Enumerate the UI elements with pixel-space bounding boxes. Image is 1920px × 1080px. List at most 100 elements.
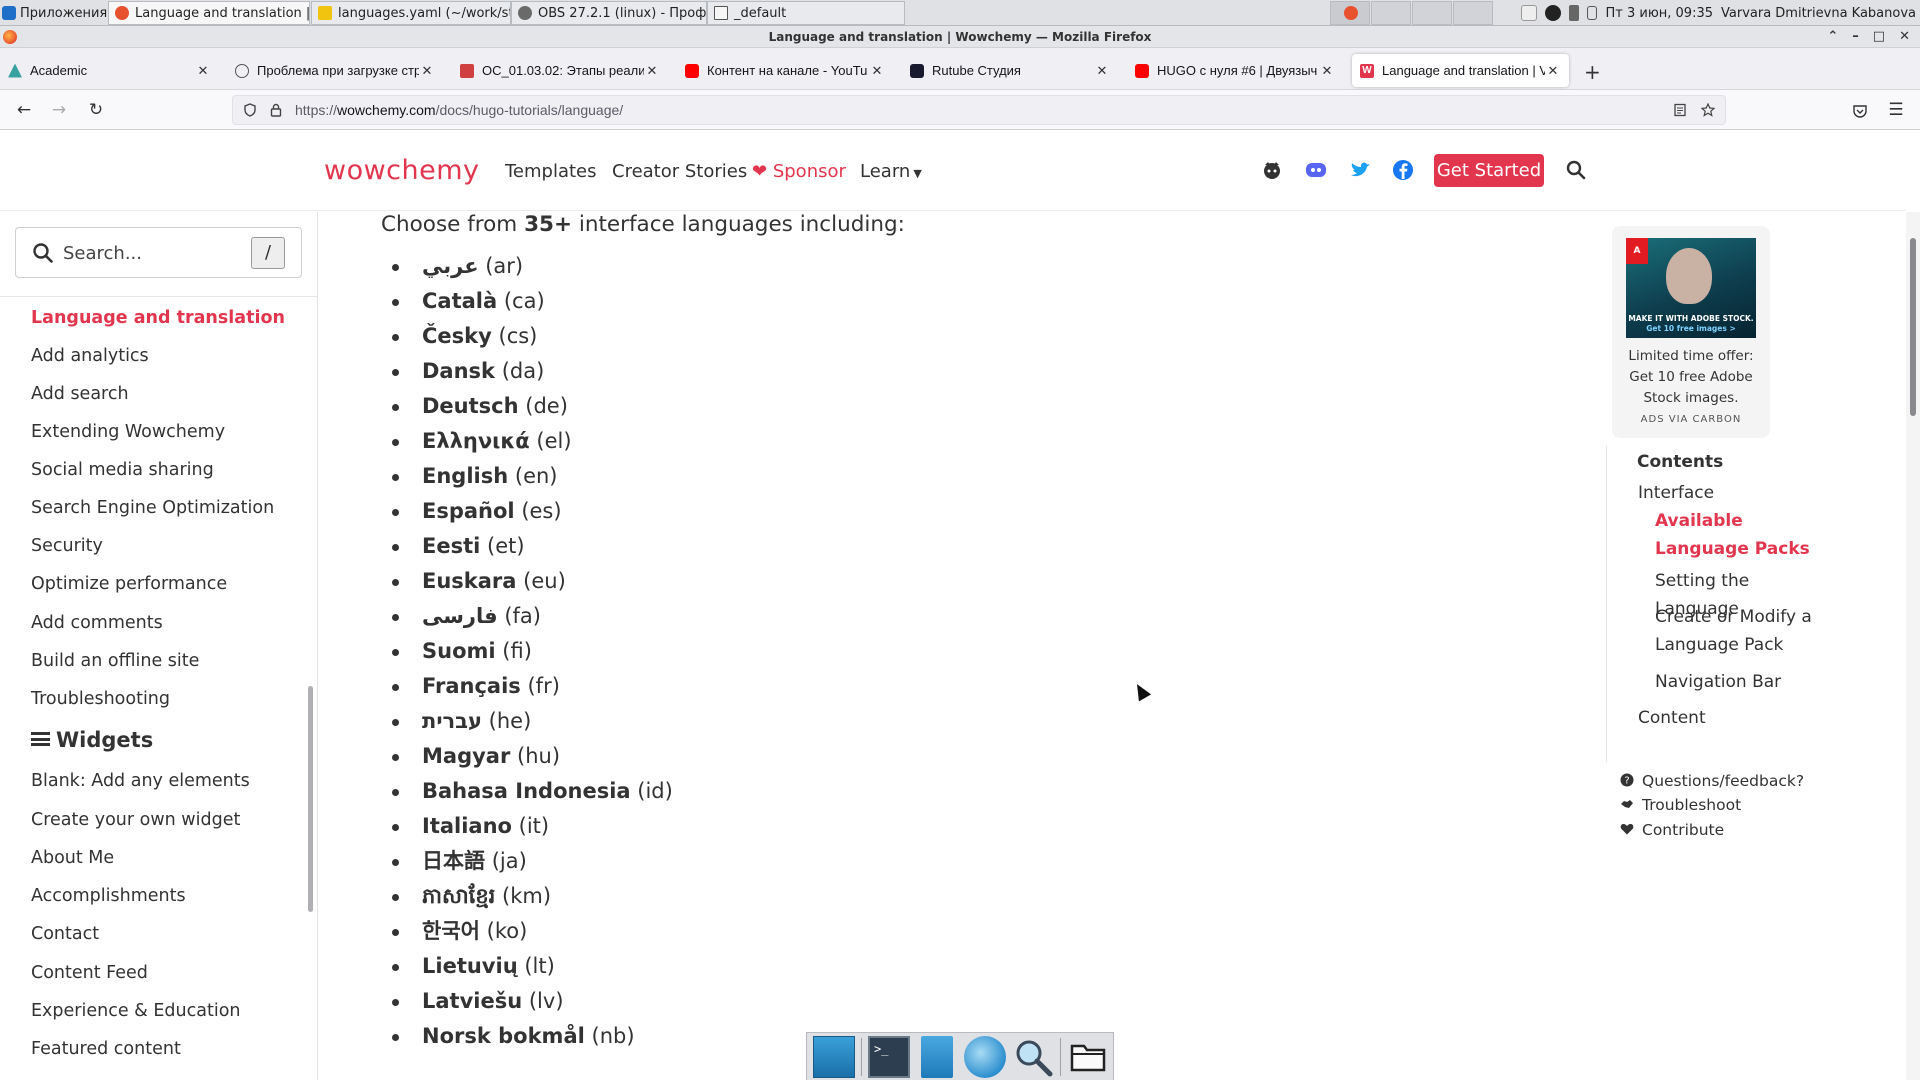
taskbar-item-firefox[interactable]: Language and translation | ... xyxy=(108,1,310,25)
applications-menu[interactable]: Приложения xyxy=(2,3,107,23)
forward-button[interactable]: → xyxy=(47,98,71,122)
nav-learn-dropdown[interactable]: Learn ▼ xyxy=(860,161,922,182)
sidebar-item-contact[interactable]: Contact xyxy=(31,924,99,944)
tab-problem[interactable]: Проблема при загрузке стр ✕ xyxy=(227,54,443,87)
sidebar-item-blank[interactable]: Blank: Add any elements xyxy=(31,771,250,791)
get-started-button[interactable]: Get Started xyxy=(1434,154,1544,187)
troubleshoot-link[interactable]: Troubleshoot xyxy=(1620,796,1741,814)
toc-item-create-modify-pack[interactable]: Create or Modify a Language Pack xyxy=(1655,603,1830,659)
discord-icon[interactable] xyxy=(1305,159,1327,181)
close-icon[interactable]: ✕ xyxy=(419,63,435,79)
docs-search-input[interactable]: Search... / xyxy=(15,227,302,278)
tab-academic[interactable]: Academic ✕ xyxy=(0,54,219,87)
sidebar-item-featured-content[interactable]: Featured content xyxy=(31,1039,181,1059)
network-icon[interactable] xyxy=(1521,5,1538,21)
workspace-2[interactable] xyxy=(1371,1,1411,25)
close-icon[interactable]: ✕ xyxy=(1094,63,1110,79)
close-icon[interactable]: ✕ xyxy=(1545,63,1561,79)
close-icon[interactable]: ✕ xyxy=(1319,63,1335,79)
nav-creator-stories[interactable]: Creator Stories xyxy=(612,161,747,182)
close-icon[interactable]: ✕ xyxy=(869,63,885,79)
tab-youtube-content[interactable]: Контент на канале - YouTu ✕ xyxy=(677,54,893,87)
workspace-4[interactable] xyxy=(1453,1,1493,25)
page-scrollbar[interactable] xyxy=(1906,212,1920,1080)
close-icon[interactable]: ✕ xyxy=(1899,26,1910,48)
tab-hugo-video[interactable]: HUGO с нуля #6 | Двуязыч ✕ xyxy=(1127,54,1343,87)
terminal-icon[interactable]: >_ xyxy=(868,1035,910,1078)
sidebar-item-social-media-sharing[interactable]: Social media sharing xyxy=(31,460,214,480)
sidebar-item-about-me[interactable]: About Me xyxy=(31,848,114,868)
nav-templates[interactable]: Templates xyxy=(505,161,597,182)
ad-text[interactable]: Limited time offer: Get 10 free Adobe St… xyxy=(1620,346,1762,409)
app-finder-icon[interactable] xyxy=(1012,1036,1054,1078)
search-icon[interactable] xyxy=(1565,159,1587,181)
close-icon[interactable]: ✕ xyxy=(195,63,211,79)
language-code: (es) xyxy=(521,499,562,523)
sidebar-item-content-feed[interactable]: Content Feed xyxy=(31,963,148,983)
folder-icon[interactable] xyxy=(1067,1036,1109,1078)
tab-rutube[interactable]: Rutube Студия ✕ xyxy=(902,54,1118,87)
taskbar-item-obs[interactable]: OBS 27.2.1 (linux) - Проф... xyxy=(511,1,707,25)
toc-item-available-language-packs[interactable]: Available Language Packs xyxy=(1655,507,1830,563)
clock[interactable]: Пт 3 июн, 09:35 xyxy=(1605,6,1713,21)
workspace-1[interactable] xyxy=(1330,1,1370,25)
facebook-icon[interactable] xyxy=(1392,159,1414,181)
sidebar-item-add-comments[interactable]: Add comments xyxy=(31,613,163,633)
carbon-ad[interactable]: A MAKE IT WITH ADOBE STOCK. Get 10 free i… xyxy=(1612,226,1770,438)
sidebar-item-experience[interactable]: Experience & Education xyxy=(31,1001,241,1021)
sidebar-heading-widgets[interactable]: Widgets xyxy=(31,728,153,752)
toc-item-navigation-bar[interactable]: Navigation Bar xyxy=(1655,668,1830,696)
show-desktop-icon[interactable] xyxy=(813,1035,855,1078)
sidebar-item-offline-site[interactable]: Build an offline site xyxy=(31,651,199,671)
lock-icon[interactable] xyxy=(269,103,283,117)
contribute-link[interactable]: Contribute xyxy=(1620,821,1724,839)
back-button[interactable]: ← xyxy=(12,98,36,122)
url-bar[interactable]: https://wowchemy.com/docs/hugo-tutorials… xyxy=(232,95,1726,125)
github-icon[interactable] xyxy=(1261,159,1283,181)
nav-sponsor[interactable]: ❤ Sponsor xyxy=(752,161,846,182)
taskbar-item-folder[interactable]: _default xyxy=(707,1,905,25)
user-name[interactable]: Varvara Dmitrievna Kabanova xyxy=(1721,6,1916,21)
new-tab-button[interactable]: + xyxy=(1584,60,1601,84)
volume-icon[interactable] xyxy=(1569,5,1580,21)
file-manager-icon[interactable] xyxy=(921,1035,953,1078)
questions-feedback-link[interactable]: ? Questions/feedback? xyxy=(1620,772,1804,790)
page-scrollbar-thumb[interactable] xyxy=(1910,238,1916,416)
chevron-up-icon[interactable]: ⌃ xyxy=(1827,26,1838,48)
toc-item-interface[interactable]: Interface xyxy=(1638,479,1714,507)
sidebar-item-accomplishments[interactable]: Accomplishments xyxy=(31,886,186,906)
reload-button[interactable]: ↻ xyxy=(84,98,108,122)
tab-oc[interactable]: OC_01.03.02: Этапы реали ✕ xyxy=(452,54,668,87)
sidebar-item-seo[interactable]: Search Engine Optimization xyxy=(31,498,274,518)
obs-tray-icon[interactable] xyxy=(1545,5,1562,21)
sidebar-scrollbar[interactable] xyxy=(308,686,313,912)
close-icon[interactable]: ✕ xyxy=(644,63,660,79)
sidebar-item-add-search[interactable]: Add search xyxy=(31,384,129,404)
twitter-icon[interactable] xyxy=(1349,159,1371,181)
taskbar-item-editor[interactable]: languages.yaml (~/work/st... xyxy=(311,1,511,25)
tab-language-translation[interactable]: W Language and translation | V ✕ xyxy=(1352,54,1569,87)
maximize-icon[interactable]: □ xyxy=(1873,26,1885,48)
hamburger-menu-icon[interactable]: ☰ xyxy=(1884,98,1908,122)
sidebar-item-add-analytics[interactable]: Add analytics xyxy=(31,346,149,366)
bookmark-star-icon[interactable] xyxy=(1701,103,1715,117)
language-code: (fa) xyxy=(504,604,541,628)
sidebar-item-optimize-performance[interactable]: Optimize performance xyxy=(31,574,227,594)
minimize-icon[interactable]: – xyxy=(1852,26,1859,48)
sidebar-item-language-translation[interactable]: Language and translation xyxy=(31,308,285,328)
reader-view-icon[interactable] xyxy=(1673,103,1687,117)
ad-via-carbon[interactable]: ADS VIA CARBON xyxy=(1612,414,1770,425)
pocket-icon[interactable] xyxy=(1852,103,1868,119)
workspace-3[interactable] xyxy=(1412,1,1452,25)
search-shortcut-key: / xyxy=(251,237,285,269)
sidebar-item-troubleshooting[interactable]: Troubleshooting xyxy=(31,689,170,709)
shield-icon[interactable] xyxy=(243,103,257,117)
battery-icon[interactable] xyxy=(1587,6,1598,20)
web-browser-icon[interactable] xyxy=(964,1035,1006,1078)
ad-image[interactable]: A MAKE IT WITH ADOBE STOCK. Get 10 free i… xyxy=(1626,238,1756,338)
sidebar-item-extending-wowchemy[interactable]: Extending Wowchemy xyxy=(31,422,225,442)
toc-item-content[interactable]: Content xyxy=(1638,704,1706,732)
wowchemy-logo[interactable]: wowchemy xyxy=(324,155,480,186)
sidebar-item-create-widget[interactable]: Create your own widget xyxy=(31,810,240,830)
sidebar-item-security[interactable]: Security xyxy=(31,536,103,556)
